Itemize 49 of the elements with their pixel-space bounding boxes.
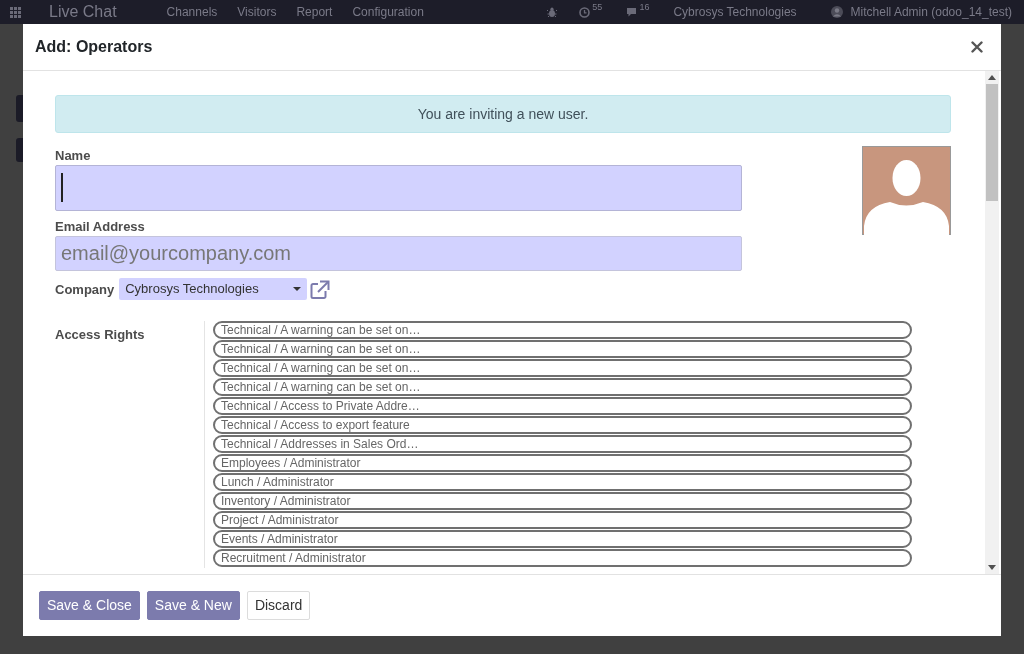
access-right-item[interactable]: Events / Administrator	[213, 530, 912, 548]
notification-count: 55	[592, 1, 603, 15]
external-link-icon[interactable]	[310, 279, 331, 299]
scrollbar[interactable]	[985, 71, 999, 574]
field-label: Name	[55, 147, 92, 164]
access-right-item[interactable]: Inventory / Administrator	[213, 492, 912, 510]
access-right-item[interactable]: Lunch / Administrator	[213, 473, 912, 491]
access-right-item[interactable]: Technical / Access to export feature	[213, 416, 912, 434]
field-label: Company	[55, 280, 115, 298]
dialog-title: Add: Operators	[35, 37, 153, 57]
navbar-menu-item[interactable]: Channels	[166, 3, 218, 21]
access-right-item[interactable]: Technical / A warning can be set on…	[213, 321, 912, 339]
app-title: Live Chat	[49, 2, 117, 22]
scroll-down-arrow-icon[interactable]	[988, 565, 996, 570]
info-alert: You are inviting a new user.	[55, 95, 951, 133]
scroll-up-arrow-icon[interactable]	[988, 75, 996, 80]
avatar-placeholder[interactable]	[862, 146, 951, 235]
access-right-item[interactable]: Technical / Access to Private Addre…	[213, 397, 912, 415]
name-field[interactable]	[55, 165, 742, 211]
footer-button[interactable]: Save & New	[146, 591, 240, 620]
field-label: Email Address	[55, 218, 146, 235]
field-label: Access Rights	[55, 327, 145, 342]
navbar-menu-item[interactable]: Configuration	[352, 3, 424, 21]
email-field[interactable]: email@yourcompany.com	[55, 236, 742, 271]
bug-icon[interactable]	[547, 6, 558, 18]
user-avatar-icon	[830, 6, 843, 18]
company-select[interactable]: Cybrosys Technologies	[119, 278, 308, 300]
navbar-menu-item[interactable]: Visitors	[237, 3, 277, 21]
backdrop-block	[16, 95, 23, 122]
chat-icon[interactable]	[626, 7, 638, 17]
caret-icon[interactable]	[293, 287, 302, 291]
access-right-item[interactable]: Project / Administrator	[213, 511, 912, 529]
backdrop-block	[16, 138, 23, 162]
user-menu[interactable]: Mitchell Admin (odoo_14_test)	[850, 3, 1012, 21]
footer-button[interactable]: Save & Close	[39, 591, 140, 620]
access-right-item[interactable]: Employees / Administrator	[213, 454, 912, 472]
scrollbar-thumb[interactable]	[986, 84, 998, 201]
notification-count: 16	[639, 1, 650, 15]
access-right-item[interactable]: Technical / A warning can be set on…	[213, 378, 912, 396]
access-right-item[interactable]: Technical / Addresses in Sales Ord…	[213, 435, 912, 453]
access-right-item[interactable]: Technical / A warning can be set on…	[213, 359, 912, 377]
access-right-item[interactable]: Recruitment / Administrator	[213, 549, 912, 567]
clock-icon[interactable]	[579, 6, 591, 18]
access-right-item[interactable]: Technical / A warning can be set on…	[213, 340, 912, 358]
footer-button[interactable]: Discard	[246, 591, 311, 620]
navbar-menu-item[interactable]: Report	[296, 3, 333, 21]
company-switcher[interactable]: Cybrosys Technologies	[673, 3, 797, 21]
close-button[interactable]	[971, 41, 983, 53]
apps-menu-icon[interactable]	[10, 6, 21, 18]
